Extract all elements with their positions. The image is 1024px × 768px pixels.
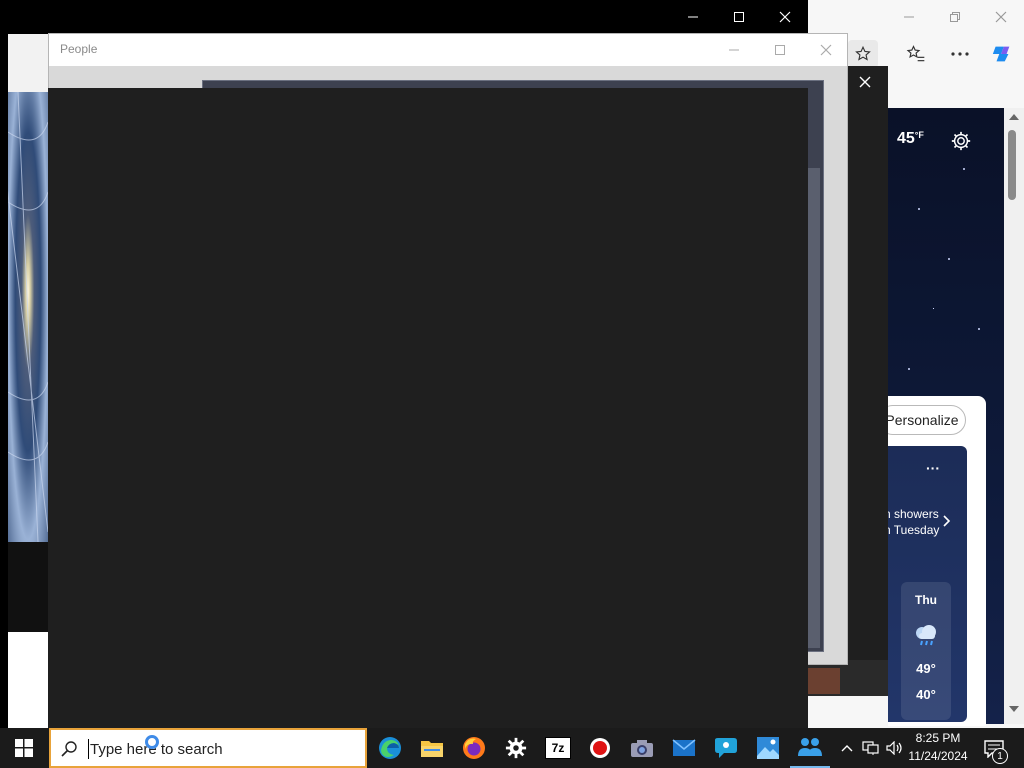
scroll-down-arrow-icon[interactable]	[1009, 706, 1019, 712]
temperature-number: 45	[897, 130, 915, 147]
forecast-line-1: n showers	[884, 507, 939, 521]
flyout-brown-tile	[808, 668, 840, 694]
mouse-pointer-indicator	[145, 735, 159, 749]
start-button-windows-icon[interactable]	[0, 728, 48, 768]
show-hidden-icons-chevron-up-icon[interactable]	[838, 738, 856, 758]
star	[948, 258, 950, 260]
feedback-icon[interactable]	[706, 728, 746, 768]
background-maximize-button[interactable]	[724, 4, 754, 30]
browser-restore-button[interactable]	[940, 4, 970, 30]
forecast-day-name: Thu	[915, 593, 937, 607]
background-close-button[interactable]	[770, 4, 800, 30]
browser-close-button[interactable]	[986, 4, 1016, 30]
photos-icon[interactable]	[748, 728, 788, 768]
background-app-white-area	[8, 34, 48, 92]
edge-icon[interactable]	[370, 728, 410, 768]
text-cursor	[88, 739, 89, 759]
people-minimize-button[interactable]	[719, 38, 749, 62]
forecast-line-2: n Tuesday	[884, 523, 940, 537]
browser-scrollbar[interactable]	[1004, 108, 1024, 724]
clock-date[interactable]: 11/24/2024	[906, 749, 970, 763]
notification-count-badge: 1	[992, 748, 1008, 764]
record-icon[interactable]	[580, 728, 620, 768]
favorite-star-icon[interactable]	[848, 40, 878, 68]
people-icon[interactable]	[790, 728, 830, 768]
chevron-right-icon[interactable]	[940, 512, 954, 530]
star	[933, 308, 934, 309]
globe-image	[8, 92, 48, 542]
star	[918, 208, 920, 210]
star	[978, 328, 980, 330]
people-maximize-button[interactable]	[765, 38, 795, 62]
temperature-value: 45°F	[897, 130, 924, 148]
forecast-high-temp: 49°	[916, 661, 936, 676]
people-close-button[interactable]	[811, 38, 841, 62]
star	[908, 368, 910, 370]
search-icon	[57, 737, 81, 761]
background-minimize-button[interactable]	[678, 4, 708, 30]
scrollbar-thumb[interactable]	[1008, 130, 1016, 200]
more-options-icon[interactable]	[946, 40, 974, 68]
weather-settings-gear-icon[interactable]	[948, 128, 974, 154]
7zip-label: 7z	[545, 737, 571, 759]
clock-time[interactable]: 8:25 PM	[906, 731, 970, 745]
star	[963, 168, 965, 170]
flyout-close-button[interactable]	[852, 70, 878, 94]
mail-icon[interactable]	[664, 728, 704, 768]
favorites-list-icon[interactable]	[902, 40, 930, 68]
background-app-bottom-white	[8, 632, 48, 728]
settings-icon[interactable]	[496, 728, 536, 768]
taskbar-search-box[interactable]: Type here to search	[49, 728, 367, 768]
volume-icon[interactable]	[884, 738, 906, 758]
firefox-icon[interactable]	[454, 728, 494, 768]
camera-icon[interactable]	[622, 728, 662, 768]
rain-cloud-icon	[912, 622, 940, 648]
scroll-up-arrow-icon[interactable]	[1009, 114, 1019, 120]
personalize-button[interactable]: Personalize	[878, 405, 966, 435]
people-content-area	[48, 88, 808, 728]
7zip-icon[interactable]: 7z	[538, 728, 578, 768]
weather-card-more-button[interactable]: ···	[926, 460, 940, 476]
people-inner-scrollbar[interactable]	[806, 168, 820, 648]
forecast-low-temp: 40°	[916, 687, 936, 702]
people-window-title: People	[60, 42, 98, 56]
personalize-label: Personalize	[885, 412, 959, 428]
file-explorer-icon[interactable]	[412, 728, 452, 768]
copilot-icon[interactable]	[988, 40, 1016, 68]
browser-minimize-button[interactable]	[894, 4, 924, 30]
temperature-unit: °F	[914, 130, 924, 140]
network-icon[interactable]	[860, 738, 882, 758]
